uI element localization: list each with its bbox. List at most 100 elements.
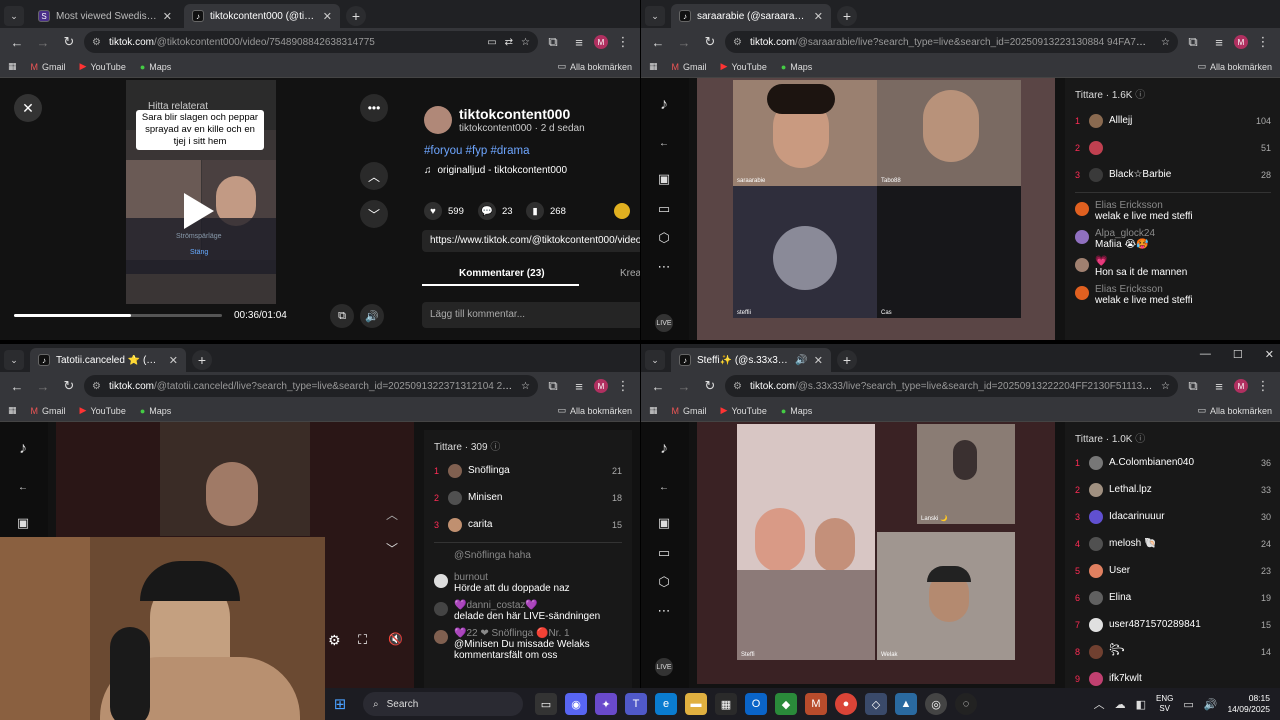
tiktok-logo-icon[interactable]: ♪ <box>655 96 673 114</box>
reload-icon[interactable]: ↻ <box>58 31 80 53</box>
mute-icon[interactable]: 🔇 <box>388 632 403 646</box>
viewer-row[interactable]: 3 Idacarinuuur 30 <box>1065 503 1280 530</box>
extensions-icon[interactable]: ⧉ <box>542 31 564 53</box>
menu-icon[interactable]: ⋮ <box>1252 375 1274 397</box>
info-icon[interactable]: ⓘ <box>1135 434 1145 445</box>
previous-video-button[interactable]: ︿ <box>360 162 388 190</box>
viewer-row[interactable]: 1 A.Colombianen040 36 <box>1065 449 1280 476</box>
edge-icon[interactable]: e <box>655 693 677 715</box>
bookmark-youtube[interactable]: ▶ YouTube <box>721 405 767 416</box>
minimize-icon[interactable]: — <box>1200 348 1211 361</box>
shield-icon[interactable]: ◆ <box>775 693 797 715</box>
menu-icon[interactable]: ⋮ <box>1252 31 1274 53</box>
extensions-icon[interactable]: ⧉ <box>542 375 564 397</box>
back-arrow-icon[interactable]: ← <box>655 134 673 152</box>
settings-icon[interactable]: ⚙ <box>328 632 341 649</box>
address-bar[interactable]: ⚙ tiktok.com/@tiktokcontent000/video/754… <box>84 31 538 53</box>
cam-tile[interactable]: Steffi <box>737 424 875 660</box>
fullscreen-icon[interactable]: ⛶ <box>358 632 367 648</box>
m365-icon[interactable]: M <box>805 693 827 715</box>
outlook-icon[interactable]: O <box>745 693 767 715</box>
cam-tile[interactable]: steffii <box>733 186 877 318</box>
cam-tile[interactable]: Tabo88 <box>877 80 1021 186</box>
bookmark-gmail[interactable]: M Gmail <box>31 62 66 72</box>
back-icon[interactable]: ← <box>647 31 669 53</box>
tab-tiktok-video[interactable]: ♪ tiktokcontent000 (@tiktokco… ✕ <box>184 4 340 28</box>
apps-icon[interactable]: ▦ <box>8 405 17 416</box>
bluetooth-icon[interactable]: ◧ <box>1136 698 1146 711</box>
bookmark-star-icon[interactable]: ☆ <box>521 381 530 392</box>
live-comment[interactable]: 💗 Hon sa it de mannen <box>1065 253 1280 281</box>
apps-icon[interactable]: ▦ <box>649 61 658 72</box>
live-comment[interactable]: Alpa_glock24 Mafiia 😭🥵 <box>1065 225 1280 253</box>
taskbar-search[interactable]: ⌕ Search <box>363 692 523 716</box>
bookmark-youtube[interactable]: ▶ YouTube <box>80 61 126 72</box>
cam-tile[interactable]: Lanski 🌙 <box>917 424 1015 524</box>
menu-icon[interactable]: ⋮ <box>612 31 634 53</box>
photos-icon[interactable]: ▲ <box>895 693 917 715</box>
tab-search-button[interactable]: ⌄ <box>4 350 24 370</box>
comment-button[interactable]: 💬 23 <box>478 202 513 220</box>
copilot-icon[interactable]: ✦ <box>595 693 617 715</box>
tab-live-steffi[interactable]: ♪ Steffi✨ (@s.33x33) är LIVE 🔊 ✕ <box>671 348 831 372</box>
vpn-icon[interactable]: ◇ <box>865 693 887 715</box>
translate-icon[interactable]: ⇄ <box>505 37 513 48</box>
maximize-icon[interactable]: ☐ <box>1233 348 1243 361</box>
profile-avatar[interactable]: M <box>594 35 608 49</box>
back-arrow-icon[interactable]: ← <box>655 478 673 496</box>
new-tab-button[interactable]: + <box>346 6 366 26</box>
apps-icon[interactable]: ▦ <box>8 61 17 72</box>
close-icon[interactable]: ✕ <box>169 354 178 367</box>
viewer-row[interactable]: 1 Snöflinga 21 <box>424 457 632 484</box>
live-comment[interactable]: burnout Hörde att du doppade naz <box>424 569 632 597</box>
forward-icon[interactable]: → <box>32 31 54 53</box>
cam-tile[interactable]: Cas <box>877 186 1021 318</box>
bookmark-maps[interactable]: ● Maps <box>781 406 812 416</box>
site-info-icon[interactable]: ⚙ <box>92 37 101 48</box>
viewer-row[interactable]: 2 Lethal.lpz 33 <box>1065 476 1280 503</box>
feed-icon[interactable]: ⬡ <box>655 229 673 247</box>
viewer-row[interactable]: 3 Black☆Barbie 28 <box>1065 161 1280 188</box>
teams-icon[interactable]: T <box>625 693 647 715</box>
all-bookmarks[interactable]: ▭ Alla bokmärken <box>557 61 632 72</box>
file-explorer-icon[interactable]: ▬ <box>685 693 707 715</box>
author-name[interactable]: tiktokcontent000 <box>459 106 570 122</box>
back-icon[interactable]: ← <box>647 375 669 397</box>
info-icon[interactable]: ⓘ <box>1135 90 1145 101</box>
cam-tile[interactable]: Welak <box>877 532 1015 660</box>
more-icon[interactable]: ⋯ <box>655 602 673 620</box>
author-avatar[interactable] <box>424 106 452 134</box>
new-tab-button[interactable]: + <box>837 6 857 26</box>
stream-up-icon[interactable]: ︿ <box>386 506 398 523</box>
play-icon[interactable] <box>184 193 214 229</box>
live-comment[interactable]: 💜danni_costaz💜 delade den här LIVE-sändni… <box>424 597 632 625</box>
bookmark-gmail[interactable]: M Gmail <box>672 406 707 416</box>
media-icon[interactable]: ≡ <box>568 31 590 53</box>
all-bookmarks[interactable]: ▭ Alla bokmärken <box>1197 61 1272 72</box>
live-badge-icon[interactable]: LIVE <box>655 658 673 676</box>
bookmark-maps[interactable]: ● Maps <box>140 62 171 72</box>
more-icon[interactable]: ⋯ <box>655 258 673 276</box>
profile-avatar[interactable]: M <box>1234 379 1248 393</box>
store-icon[interactable]: ▦ <box>715 693 737 715</box>
tiktok-logo-icon[interactable]: ♪ <box>655 440 673 458</box>
feed-icon[interactable]: ⬡ <box>655 573 673 591</box>
add-comment-input[interactable]: Lägg till kommentar... <box>422 302 640 328</box>
bookmark-star-icon[interactable]: ☆ <box>521 37 530 48</box>
chrome-icon[interactable]: ● <box>835 693 857 715</box>
tab-creators[interactable]: Krea <box>620 268 640 279</box>
share-coin-icon[interactable] <box>614 203 630 219</box>
viewer-row[interactable]: 8 ꧂ 14 <box>1065 638 1280 665</box>
site-info-icon[interactable]: ⚙ <box>92 381 101 392</box>
stream-down-icon[interactable]: ﹀ <box>386 540 398 557</box>
bookmark-star-icon[interactable]: ☆ <box>1161 381 1170 392</box>
new-tab-button[interactable]: + <box>837 350 857 370</box>
live-tv-icon[interactable]: ▣ <box>14 514 32 532</box>
tray-chevron-icon[interactable]: ︿ <box>1094 696 1105 712</box>
forward-icon[interactable]: → <box>673 31 695 53</box>
save-button[interactable]: ▮ 268 <box>526 202 566 220</box>
close-icon[interactable]: ✕ <box>323 10 332 23</box>
media-icon[interactable]: ≡ <box>1208 375 1230 397</box>
share-url-field[interactable]: https://www.tiktok.com/@tiktokcontent000… <box>422 230 640 252</box>
live-comment[interactable]: Elias Ericksson welak e live med steffi <box>1065 281 1280 309</box>
